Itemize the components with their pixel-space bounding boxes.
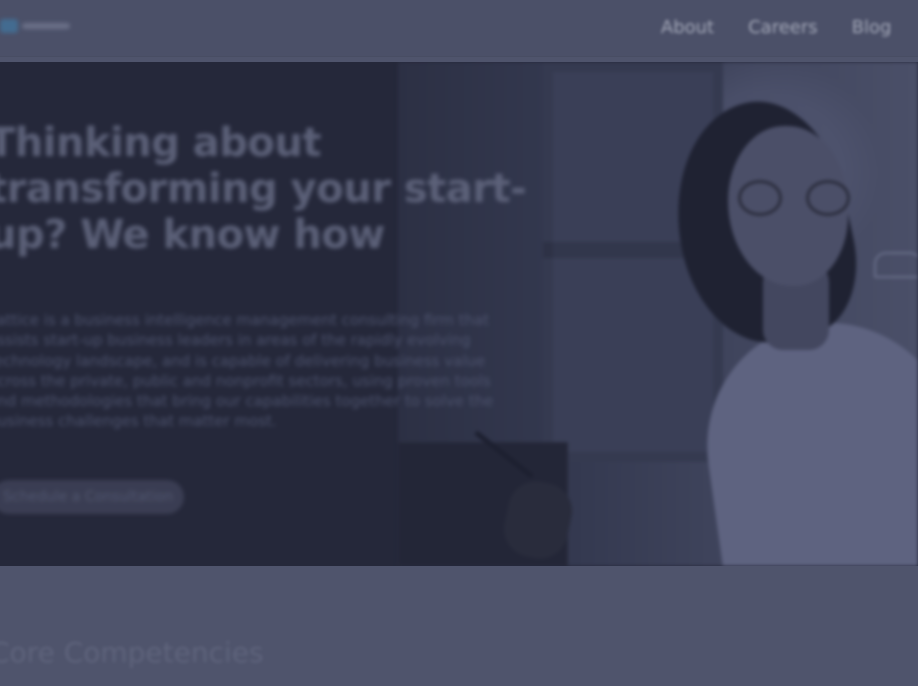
hero-section: Thinking about transforming your start-u… (0, 62, 918, 566)
logo-wordmark (22, 23, 70, 29)
top-navigation: About Careers Blog C (661, 16, 918, 38)
hero-content: Thinking about transforming your start-u… (0, 120, 548, 447)
section-title: Core Competencies (0, 636, 264, 670)
nav-link-careers[interactable]: Careers (748, 17, 818, 38)
site-header: About Careers Blog C (0, 0, 918, 56)
nav-link-blog[interactable]: Blog (852, 17, 892, 38)
logo-mark-icon (0, 19, 18, 33)
glasses-icon (738, 180, 850, 218)
hero-description: Lattice is a business intelligence manag… (0, 311, 494, 431)
partial-page-element (874, 252, 918, 278)
nav-link-about[interactable]: About (661, 17, 714, 38)
site-logo[interactable] (0, 14, 82, 38)
hero-title: Thinking about transforming your start-u… (0, 120, 527, 258)
hero-cta-button[interactable]: Schedule a Consultation (0, 480, 184, 514)
page: About Careers Blog C Thinking about tran… (0, 0, 918, 686)
